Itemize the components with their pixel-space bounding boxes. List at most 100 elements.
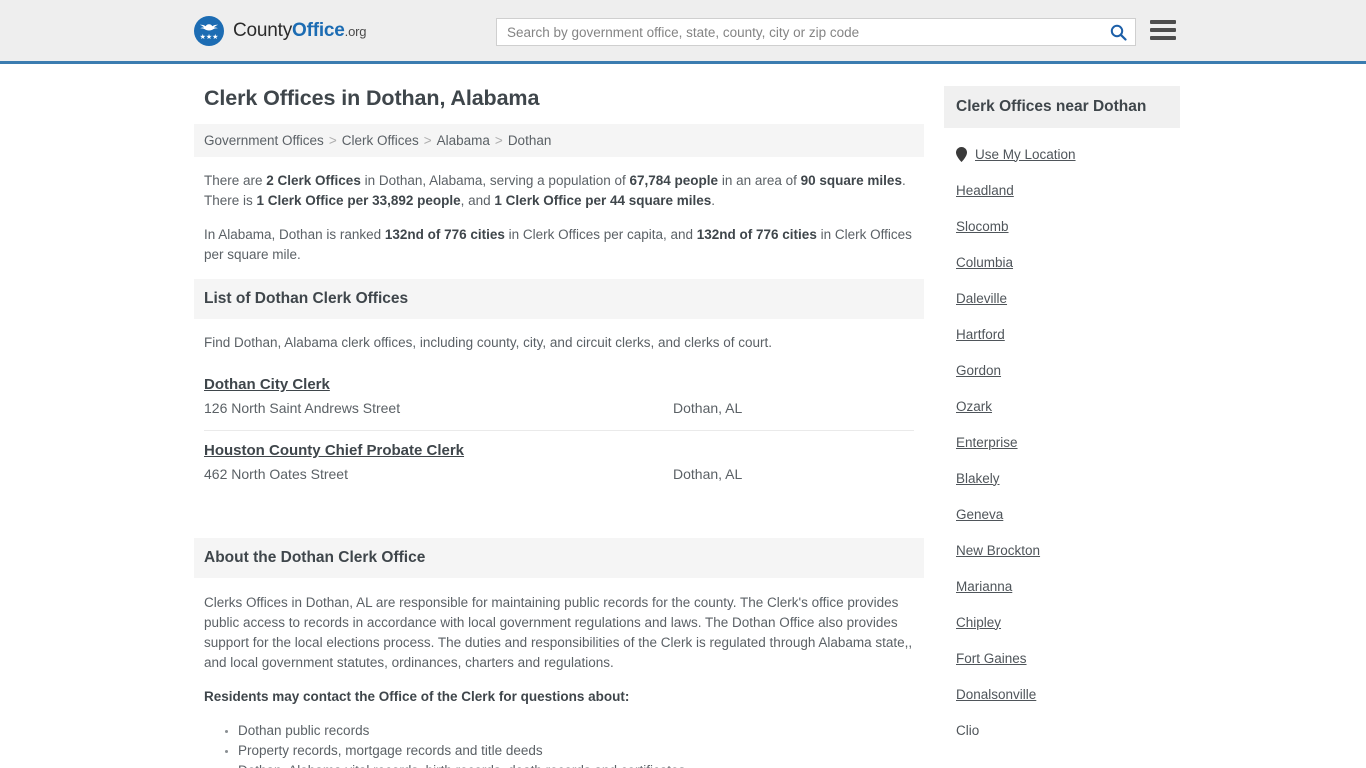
sidebar-link-label[interactable]: Columbia [956, 255, 1013, 270]
office-list: Dothan City Clerk 126 North Saint Andrew… [194, 365, 924, 496]
intro-bold-rank-area: 132nd of 776 cities [696, 227, 817, 242]
about-section-heading: About the Dothan Clerk Office [194, 538, 924, 578]
intro-bold-per-capita: 1 Clerk Office per 33,892 people [256, 193, 461, 208]
search-box[interactable] [496, 18, 1136, 46]
search-icon [1110, 24, 1127, 41]
office-name-link[interactable]: Dothan City Clerk [204, 376, 330, 393]
breadcrumb-separator: > [423, 133, 432, 148]
logo-text-county: County [233, 19, 293, 41]
search-button[interactable] [1101, 19, 1135, 45]
sidebar-item-hartford[interactable]: Hartford [956, 316, 1180, 352]
sidebar-link-label[interactable]: Ozark [956, 399, 992, 414]
hamburger-bar-1 [1150, 20, 1176, 24]
site-header: ★★★ CountyOffice.org [0, 0, 1366, 64]
intro-text: in an area of [718, 173, 801, 188]
logo-text-office: Office [292, 19, 345, 41]
office-city-state: Dothan, AL [673, 400, 743, 416]
sidebar-link-label[interactable]: Fort Gaines [956, 651, 1027, 666]
sidebar-link-label[interactable]: Use My Location [975, 147, 1076, 162]
breadcrumb-item-government-offices[interactable]: Government Offices [204, 133, 324, 148]
sidebar-link-label[interactable]: Enterprise [956, 435, 1018, 450]
logo-text-org: .org [344, 23, 367, 39]
sidebar-link-list: Use My Location Headland Slocomb Columbi… [944, 128, 1180, 748]
sidebar-item-blakely[interactable]: Blakely [956, 460, 1180, 496]
page-title: Clerk Offices in Dothan, Alabama [204, 86, 540, 110]
breadcrumb-item-alabama[interactable]: Alabama [437, 133, 490, 148]
intro-bold-area: 90 square miles [800, 173, 902, 188]
office-list-item: Dothan City Clerk 126 North Saint Andrew… [204, 365, 914, 431]
office-detail-row: 126 North Saint Andrews Street Dothan, A… [204, 399, 914, 418]
intro-paragraph-2: In Alabama, Dothan is ranked 132nd of 77… [204, 225, 914, 265]
list-item: Dothan, Alabama vital records, birth rec… [238, 761, 914, 768]
about-lead-text: Residents may contact the Office of the … [204, 689, 630, 704]
intro-bold-rank-capita: 132nd of 776 cities [384, 227, 505, 242]
about-paragraph: Clerks Offices in Dothan, AL are respons… [204, 595, 913, 670]
intro-text: . [711, 193, 716, 208]
sidebar-item-donalsonville[interactable]: Donalsonville [956, 676, 1180, 712]
sidebar-item-daleville[interactable]: Daleville [956, 280, 1180, 316]
sidebar-link-label[interactable]: Gordon [956, 363, 1001, 378]
sidebar-link-label[interactable]: New Brockton [956, 543, 1040, 558]
intro-block: There are 2 Clerk Offices in Dothan, Ala… [194, 157, 924, 265]
sidebar-item-marianna[interactable]: Marianna [956, 568, 1180, 604]
sidebar-item-clio[interactable]: Clio [956, 712, 1180, 748]
sidebar-item-gordon[interactable]: Gordon [956, 352, 1180, 388]
sidebar-link-label[interactable]: Chipley [956, 615, 1001, 630]
page-container: Clerk Offices in Dothan, Alabama Governm… [0, 64, 1366, 768]
sidebar-link-label[interactable]: Donalsonville [956, 687, 1036, 702]
sidebar-item-geneva[interactable]: Geneva [956, 496, 1180, 532]
sidebar-item-slocomb[interactable]: Slocomb [956, 208, 1180, 244]
office-address: 126 North Saint Andrews Street [204, 400, 401, 416]
list-section-heading: List of Dothan Clerk Offices [194, 279, 924, 319]
list-item: Property records, mortgage records and t… [238, 741, 914, 761]
list-section-description: Find Dothan, Alabama clerk offices, incl… [204, 335, 773, 350]
list-section-description-wrap: Find Dothan, Alabama clerk offices, incl… [194, 319, 924, 353]
intro-bold-per-area: 1 Clerk Office per 44 square miles [494, 193, 712, 208]
sidebar-item-enterprise[interactable]: Enterprise [956, 424, 1180, 460]
hamburger-bar-2 [1150, 28, 1176, 32]
sidebar-item-use-my-location[interactable]: Use My Location [956, 136, 1180, 172]
main-column: Clerk Offices in Dothan, Alabama Governm… [194, 86, 924, 768]
breadcrumb-separator: > [328, 133, 337, 148]
sidebar-link-label[interactable]: Blakely [956, 471, 1000, 486]
office-city-state: Dothan, AL [673, 466, 743, 482]
office-list-item: Houston County Chief Probate Clerk 462 N… [204, 431, 914, 496]
breadcrumb-separator: > [494, 133, 503, 148]
hamburger-menu-icon[interactable] [1150, 19, 1176, 41]
sidebar-link-label[interactable]: Clio [956, 723, 979, 738]
office-detail-row: 462 North Oates Street Dothan, AL [204, 465, 914, 484]
sidebar-item-columbia[interactable]: Columbia [956, 244, 1180, 280]
map-pin-icon [956, 146, 967, 162]
list-item: Dothan public records [238, 721, 914, 741]
content-row: Clerk Offices in Dothan, Alabama Governm… [194, 64, 1180, 768]
sidebar-item-chipley[interactable]: Chipley [956, 604, 1180, 640]
sidebar-link-label[interactable]: Daleville [956, 291, 1007, 306]
site-logo[interactable]: ★★★ CountyOffice.org [194, 15, 366, 46]
breadcrumb-item-dothan[interactable]: Dothan [508, 133, 552, 148]
sidebar-item-fort-gaines[interactable]: Fort Gaines [956, 640, 1180, 676]
sidebar-item-new-brockton[interactable]: New Brockton [956, 532, 1180, 568]
breadcrumb: Government Offices > Clerk Offices > Alabama… [194, 124, 924, 157]
search-input[interactable] [497, 19, 1101, 45]
sidebar-link-label[interactable]: Headland [956, 183, 1014, 198]
sidebar-item-ozark[interactable]: Ozark [956, 388, 1180, 424]
intro-bold-population: 67,784 people [629, 173, 719, 188]
intro-text: in Clerk Offices per capita, and [504, 227, 697, 242]
hamburger-bar-3 [1150, 36, 1176, 40]
sidebar: Clerk Offices near Dothan Use My Locatio… [944, 86, 1180, 768]
eagle-glyph [199, 23, 219, 30]
sidebar-link-label[interactable]: Geneva [956, 507, 1003, 522]
eagle-seal-icon: ★★★ [194, 15, 224, 46]
office-name-link[interactable]: Houston County Chief Probate Clerk [204, 442, 464, 459]
sidebar-item-headland[interactable]: Headland [956, 172, 1180, 208]
sidebar-link-label[interactable]: Hartford [956, 327, 1005, 342]
about-bullet-list: Dothan public records Property records, … [204, 721, 914, 768]
stars-glyph: ★★★ [199, 33, 219, 41]
sidebar-link-label[interactable]: Slocomb [956, 219, 1009, 234]
breadcrumb-item-clerk-offices[interactable]: Clerk Offices [342, 133, 419, 148]
sidebar-link-label[interactable]: Marianna [956, 579, 1012, 594]
intro-text: In Alabama, Dothan is ranked [204, 227, 385, 242]
logo-text: CountyOffice.org [233, 20, 366, 42]
about-section-body: Clerks Offices in Dothan, AL are respons… [194, 578, 924, 768]
intro-paragraph-1: There are 2 Clerk Offices in Dothan, Ala… [204, 171, 914, 211]
